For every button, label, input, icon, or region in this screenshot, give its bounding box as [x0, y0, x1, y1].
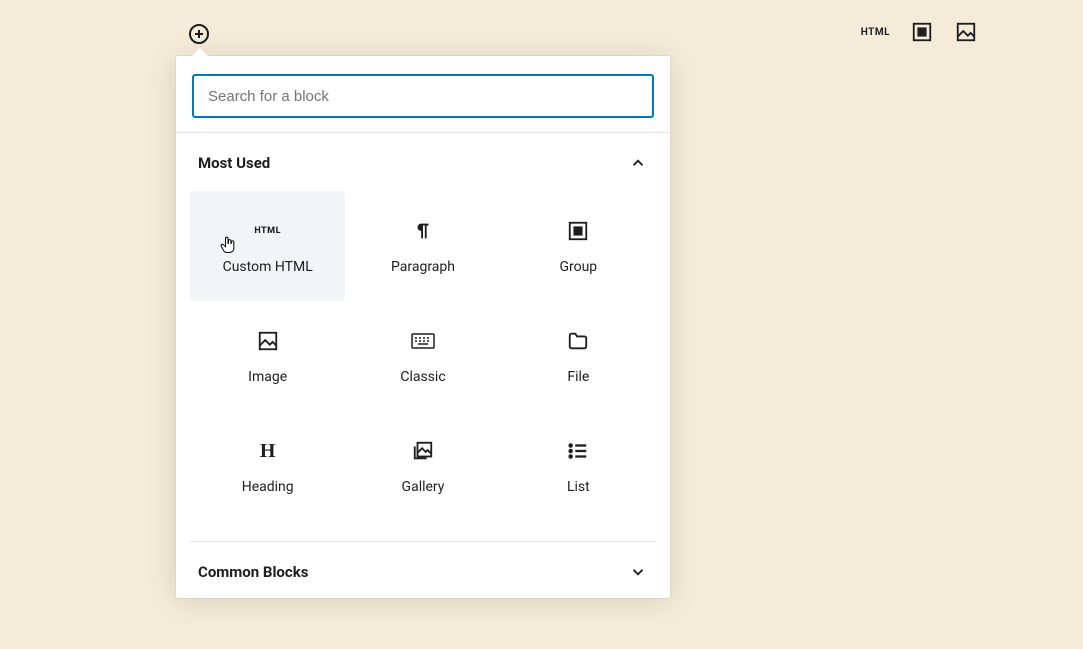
block-file[interactable]: File: [501, 301, 656, 411]
group-icon: [564, 217, 592, 245]
html-badge[interactable]: HTML: [861, 27, 890, 38]
block-paragraph[interactable]: Paragraph: [345, 191, 500, 301]
list-icon: [564, 437, 592, 465]
block-label: List: [567, 479, 590, 495]
search-wrap: [176, 56, 670, 133]
heading-icon: H: [254, 437, 282, 465]
section-header-common-blocks[interactable]: Common Blocks: [190, 542, 656, 598]
html-icon: HTML: [254, 217, 282, 245]
block-label: Classic: [400, 369, 445, 385]
paragraph-icon: [409, 217, 437, 245]
block-label: File: [567, 369, 589, 385]
block-custom-html[interactable]: HTML Custom HTML: [190, 191, 345, 301]
block-scroll-area[interactable]: Most Used HTML Custom HTML: [176, 133, 670, 598]
block-image[interactable]: Image: [190, 301, 345, 411]
folder-icon: [564, 327, 592, 355]
image-icon: [254, 327, 282, 355]
block-classic[interactable]: Classic: [345, 301, 500, 411]
section-header-most-used[interactable]: Most Used: [190, 133, 656, 191]
block-heading[interactable]: H Heading: [190, 411, 345, 521]
block-group[interactable]: Group: [501, 191, 656, 301]
section-title: Common Blocks: [198, 563, 308, 581]
keyboard-icon: [409, 327, 437, 355]
gallery-icon: [409, 437, 437, 465]
section-title: Most Used: [198, 154, 270, 172]
block-label: Custom HTML: [223, 259, 313, 275]
block-label: Image: [248, 369, 287, 385]
search-input[interactable]: [192, 74, 654, 118]
block-list[interactable]: List: [501, 411, 656, 521]
group-block-icon[interactable]: [910, 20, 934, 44]
block-label: Heading: [242, 479, 294, 495]
block-gallery[interactable]: Gallery: [345, 411, 500, 521]
add-block-button[interactable]: [185, 20, 213, 48]
chevron-up-icon: [628, 153, 648, 173]
block-label: Group: [559, 259, 597, 275]
image-block-icon[interactable]: [954, 20, 978, 44]
block-grid-most-used: HTML Custom HTML Paragraph: [190, 191, 656, 541]
block-label: Gallery: [402, 479, 445, 495]
block-label: Paragraph: [391, 259, 455, 275]
block-inserter-panel: Most Used HTML Custom HTML: [176, 56, 670, 598]
chevron-down-icon: [628, 562, 648, 582]
cursor-hand-icon: [218, 235, 238, 255]
